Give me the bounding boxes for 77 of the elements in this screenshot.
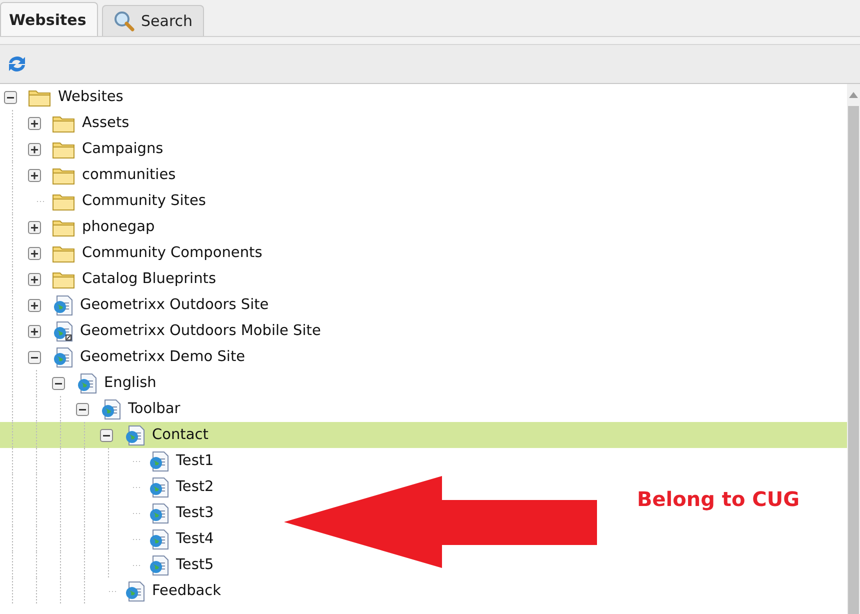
tree-item[interactable]: Community Components bbox=[0, 240, 847, 266]
web-page-icon bbox=[52, 346, 74, 368]
page-shortcut-icon bbox=[52, 320, 74, 342]
collapse-icon[interactable] bbox=[4, 90, 17, 104]
folder-icon bbox=[52, 244, 76, 262]
tree-item-label: English bbox=[104, 375, 156, 391]
web-page-icon bbox=[148, 528, 170, 550]
search-icon bbox=[113, 10, 135, 32]
tree-item-label: Contact bbox=[152, 427, 208, 443]
tree-item[interactable]: Test5 bbox=[0, 552, 847, 578]
web-page-icon bbox=[148, 502, 170, 524]
tree-item-label: Catalog Blueprints bbox=[82, 271, 216, 287]
tree-item[interactable]: Geometrixx Outdoors Site bbox=[0, 292, 847, 318]
tree-item[interactable]: communities bbox=[0, 162, 847, 188]
collapse-icon[interactable] bbox=[76, 402, 89, 416]
tree-item-label: Geometrixx Outdoors Mobile Site bbox=[80, 323, 321, 339]
web-page-icon bbox=[148, 476, 170, 498]
expand-icon[interactable] bbox=[28, 272, 41, 286]
scrollbar-thumb[interactable] bbox=[848, 106, 859, 614]
tree-item[interactable]: Geometrixx Outdoors Mobile Site bbox=[0, 318, 847, 344]
tree-item[interactable]: Websites bbox=[0, 84, 847, 110]
tree-item-label: Community Sites bbox=[82, 193, 206, 209]
web-page-icon bbox=[100, 398, 122, 420]
tree-item[interactable]: Catalog Blueprints bbox=[0, 266, 847, 292]
tree-item[interactable]: Toolbar bbox=[0, 396, 847, 422]
annotation-text: Belong to CUG bbox=[637, 487, 800, 511]
tree-item[interactable]: Test4 bbox=[0, 526, 847, 552]
collapse-icon[interactable] bbox=[100, 428, 113, 442]
expand-icon[interactable] bbox=[28, 220, 41, 234]
web-page-icon bbox=[52, 294, 74, 316]
tree-item-label: Test4 bbox=[176, 531, 214, 547]
web-page-icon bbox=[124, 580, 146, 602]
tree-item-label: Websites bbox=[58, 89, 124, 105]
expand-icon[interactable] bbox=[28, 246, 41, 260]
web-page-icon bbox=[124, 424, 146, 446]
tree-item-label: Feedback bbox=[152, 583, 222, 599]
expand-icon[interactable] bbox=[28, 142, 41, 156]
tree-item-label: Campaigns bbox=[82, 141, 164, 157]
expand-icon[interactable] bbox=[28, 168, 41, 182]
folder-icon bbox=[52, 218, 76, 236]
folder-icon bbox=[52, 192, 76, 210]
folder-icon bbox=[28, 88, 52, 106]
tree-item[interactable]: phonegap bbox=[0, 214, 847, 240]
tree-item-label: Geometrixx Demo Site bbox=[80, 349, 246, 365]
tree-item-label: Test3 bbox=[176, 505, 214, 521]
tree-item[interactable]: Feedback bbox=[0, 578, 847, 604]
folder-icon bbox=[52, 270, 76, 288]
web-page-icon bbox=[148, 554, 170, 576]
tree-item-label: phonegap bbox=[82, 219, 155, 235]
collapse-icon[interactable] bbox=[28, 350, 41, 364]
tree-item-label: Community Components bbox=[82, 245, 262, 261]
tab[interactable]: Search bbox=[102, 5, 204, 36]
folder-icon bbox=[52, 114, 76, 132]
tree-item-label: Test2 bbox=[176, 479, 214, 495]
tree-item[interactable]: Campaigns bbox=[0, 136, 847, 162]
tree-item[interactable]: English bbox=[0, 370, 847, 396]
web-page-icon bbox=[148, 450, 170, 472]
tree-item-label: Geometrixx Outdoors Site bbox=[80, 297, 269, 313]
collapse-icon[interactable] bbox=[52, 376, 65, 390]
scrollbar[interactable] bbox=[847, 84, 860, 614]
tree-item[interactable]: Community Sites bbox=[0, 188, 847, 214]
tree-item-label: communities bbox=[82, 167, 176, 183]
tree-item[interactable]: Geometrixx Demo Site bbox=[0, 344, 847, 370]
tree-item[interactable]: Test1 bbox=[0, 448, 847, 474]
expand-icon[interactable] bbox=[28, 298, 41, 312]
expand-icon[interactable] bbox=[28, 324, 41, 338]
expand-icon[interactable] bbox=[28, 116, 41, 130]
tree-item-label: Toolbar bbox=[128, 401, 180, 417]
folder-icon bbox=[52, 140, 76, 158]
web-page-icon bbox=[76, 372, 98, 394]
tree-item-label: Test5 bbox=[176, 557, 214, 573]
tree-item-label: Test1 bbox=[176, 453, 214, 469]
tab[interactable]: Websites bbox=[0, 2, 98, 36]
tree-item-label: Assets bbox=[82, 115, 130, 131]
tree-item[interactable]: Assets bbox=[0, 110, 847, 136]
folder-icon bbox=[52, 166, 76, 184]
tree-item[interactable]: Contact bbox=[0, 422, 847, 448]
